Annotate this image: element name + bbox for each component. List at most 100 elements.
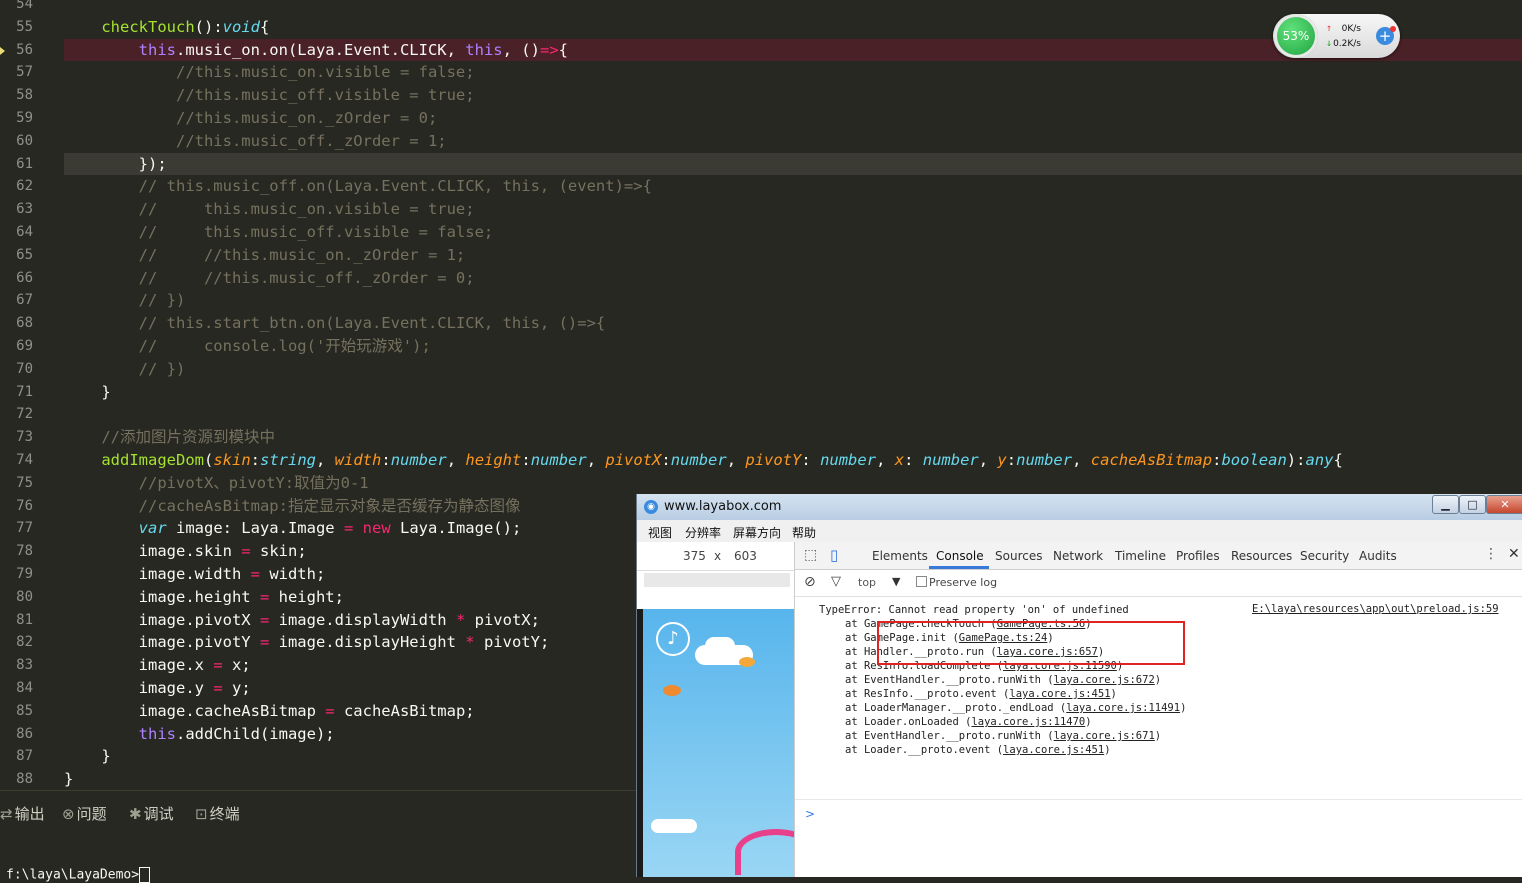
menu-help[interactable]: 帮助 [792, 524, 816, 541]
tab-network[interactable]: Network [1053, 549, 1103, 563]
tab-console[interactable]: Console [936, 549, 984, 563]
code-token: * [465, 633, 475, 652]
code-text: // }) [64, 358, 186, 381]
code-token: }); [64, 154, 167, 173]
game-preview[interactable]: ♪ [643, 609, 794, 877]
stack-frame-link[interactable]: laya.core.js:451 [1009, 688, 1110, 700]
code-line[interactable]: 60 //this.music_off._zOrder = 1; [0, 130, 1522, 153]
code-line[interactable]: 69 // console.log('开始玩游戏'); [0, 335, 1522, 358]
window-titlebar[interactable]: ◉ www.layabox.com ▁ □ ✕ [637, 494, 1522, 520]
menu-orientation[interactable]: 屏幕方向 [733, 524, 781, 541]
tab-output[interactable]: ⇄ 输出 [0, 803, 45, 824]
line-number: 86 [16, 725, 33, 742]
line-number: 70 [16, 360, 33, 377]
tab-security[interactable]: Security [1300, 549, 1349, 563]
code-token: , [876, 451, 895, 469]
console-prompt[interactable]: > [805, 807, 815, 821]
code-token: = [213, 679, 223, 697]
tab-resources[interactable]: Resources [1231, 549, 1292, 563]
code-line[interactable]: 68 // this.start_btn.on(Laya.Event.CLICK… [0, 312, 1522, 335]
stack-frame-function: at EventHandler.__proto.runWith ( [845, 674, 1054, 686]
tab-timeline[interactable]: Timeline [1115, 549, 1166, 563]
stack-frame-link[interactable]: laya.core.js:671 [1054, 730, 1155, 742]
inspect-icon[interactable]: ⬚ [804, 547, 817, 563]
stack-frame-link[interactable]: laya.core.js:672 [1054, 674, 1155, 686]
code-line[interactable]: 66 // //this.music_off._zOrder = 0; [0, 267, 1522, 290]
line-number: 81 [16, 611, 33, 628]
terminal-prompt[interactable]: f:\laya\LayaDemo> [6, 867, 151, 883]
code-line[interactable]: 73 //添加图片资源到模块中 [0, 426, 1522, 449]
code-line[interactable]: 57 //this.music_on.visible = false; [0, 61, 1522, 84]
stack-frame-close-paren: ) [1110, 688, 1117, 700]
tab-audits[interactable]: Audits [1359, 549, 1397, 563]
minimize-button[interactable]: ▁ [1432, 495, 1459, 514]
menu-view[interactable]: 视图 [648, 524, 672, 541]
code-token: , [726, 451, 746, 469]
preserve-log-checkbox[interactable] [916, 576, 927, 587]
code-line[interactable]: 67 // }) [0, 289, 1522, 312]
network-monitor-widget[interactable]: 53% ↑ ↓ 0K/s 0.2K/s + [1273, 14, 1400, 58]
code-token: height; [269, 587, 344, 606]
code-token: (): [194, 17, 223, 36]
code-line[interactable]: 72 [0, 403, 1522, 426]
chevron-down-icon[interactable]: ▼ [892, 575, 900, 588]
close-devtools-icon[interactable]: ✕ [1508, 546, 1520, 562]
code-token: = [343, 519, 354, 538]
code-line[interactable]: 74 addImageDom(skin:string, width:number… [0, 449, 1522, 472]
filter-icon[interactable]: ▽ [831, 574, 841, 589]
device-size-bar: 375 x 603 [637, 542, 794, 571]
stack-frame-link[interactable]: laya.core.js:11470 [971, 716, 1085, 728]
code-line[interactable]: 64 // this.music_off.visible = false; [0, 221, 1522, 244]
upload-speed: 0K/s [1341, 24, 1361, 34]
device-width[interactable]: 375 [683, 549, 706, 563]
error-highlight-box [877, 621, 1185, 665]
code-line[interactable]: 71 } [0, 381, 1522, 404]
code-text: // this.music_off.on(Laya.Event.CLICK, t… [64, 175, 652, 198]
stack-frame-link[interactable]: laya.core.js:11491 [1066, 702, 1180, 714]
line-number: 75 [16, 474, 33, 491]
stack-frame-link[interactable]: laya.core.js:451 [1003, 744, 1104, 756]
code-line[interactable]: 70 // }) [0, 358, 1522, 381]
clear-console-icon[interactable]: ⊘ [804, 574, 816, 590]
code-line[interactable]: 59 //this.music_on._zOrder = 0; [0, 107, 1522, 130]
code-token: Laya.Image(); [390, 519, 522, 538]
music-note-icon[interactable]: ♪ [656, 622, 690, 656]
code-line[interactable]: 65 // //this.music_on._zOrder = 1; [0, 244, 1522, 267]
code-text: image.x = x; [64, 654, 251, 677]
code-token: new [362, 519, 391, 538]
menu-resolution[interactable]: 分辨率 [685, 524, 721, 541]
code-line[interactable]: 61 }); [16, 152, 1522, 176]
code-token: // this.music_off.visible = false; [64, 223, 494, 241]
code-line[interactable]: 63 // this.music_on.visible = true; [0, 198, 1522, 221]
tab-terminal[interactable]: ⊡ 终端 [195, 803, 240, 824]
tab-terminal-label: 终端 [209, 805, 240, 823]
code-token: { [1333, 451, 1343, 469]
tab-problems[interactable]: ⊗ 问题 [62, 803, 107, 824]
code-line[interactable]: 75 //pivotX、pivotY:取值为0-1 [0, 472, 1522, 495]
context-select[interactable]: top [858, 576, 876, 589]
code-token: : [661, 451, 671, 469]
code-line[interactable]: 58 //this.music_off.visible = true; [0, 84, 1522, 107]
error-source-link[interactable]: E:\laya\resources\app\out\preload.js:59 [1252, 603, 1499, 615]
device-mode-icon[interactable]: ▯ [830, 546, 838, 564]
code-token: pivotX; [465, 610, 540, 629]
device-ruler-area [637, 571, 794, 609]
code-token: , [1072, 451, 1091, 469]
tab-profiles[interactable]: Profiles [1176, 549, 1220, 563]
tab-sources[interactable]: Sources [995, 549, 1042, 563]
line-number: 66 [16, 269, 33, 286]
code-token: = [259, 610, 270, 629]
close-button[interactable]: ✕ [1486, 495, 1522, 514]
device-height[interactable]: 603 [734, 549, 757, 563]
code-token: { [259, 17, 270, 36]
maximize-button[interactable]: □ [1459, 495, 1486, 514]
more-options-icon[interactable]: ⋮ [1484, 546, 1498, 562]
tab-debug[interactable]: ✱ 调试 [129, 803, 174, 824]
code-line[interactable]: 62 // this.music_off.on(Laya.Event.CLICK… [0, 175, 1522, 198]
tab-elements[interactable]: Elements [872, 549, 928, 563]
code-token: : [521, 451, 531, 469]
line-number: 76 [16, 497, 33, 514]
stack-frame-function: at Loader.onLoaded ( [845, 716, 972, 728]
